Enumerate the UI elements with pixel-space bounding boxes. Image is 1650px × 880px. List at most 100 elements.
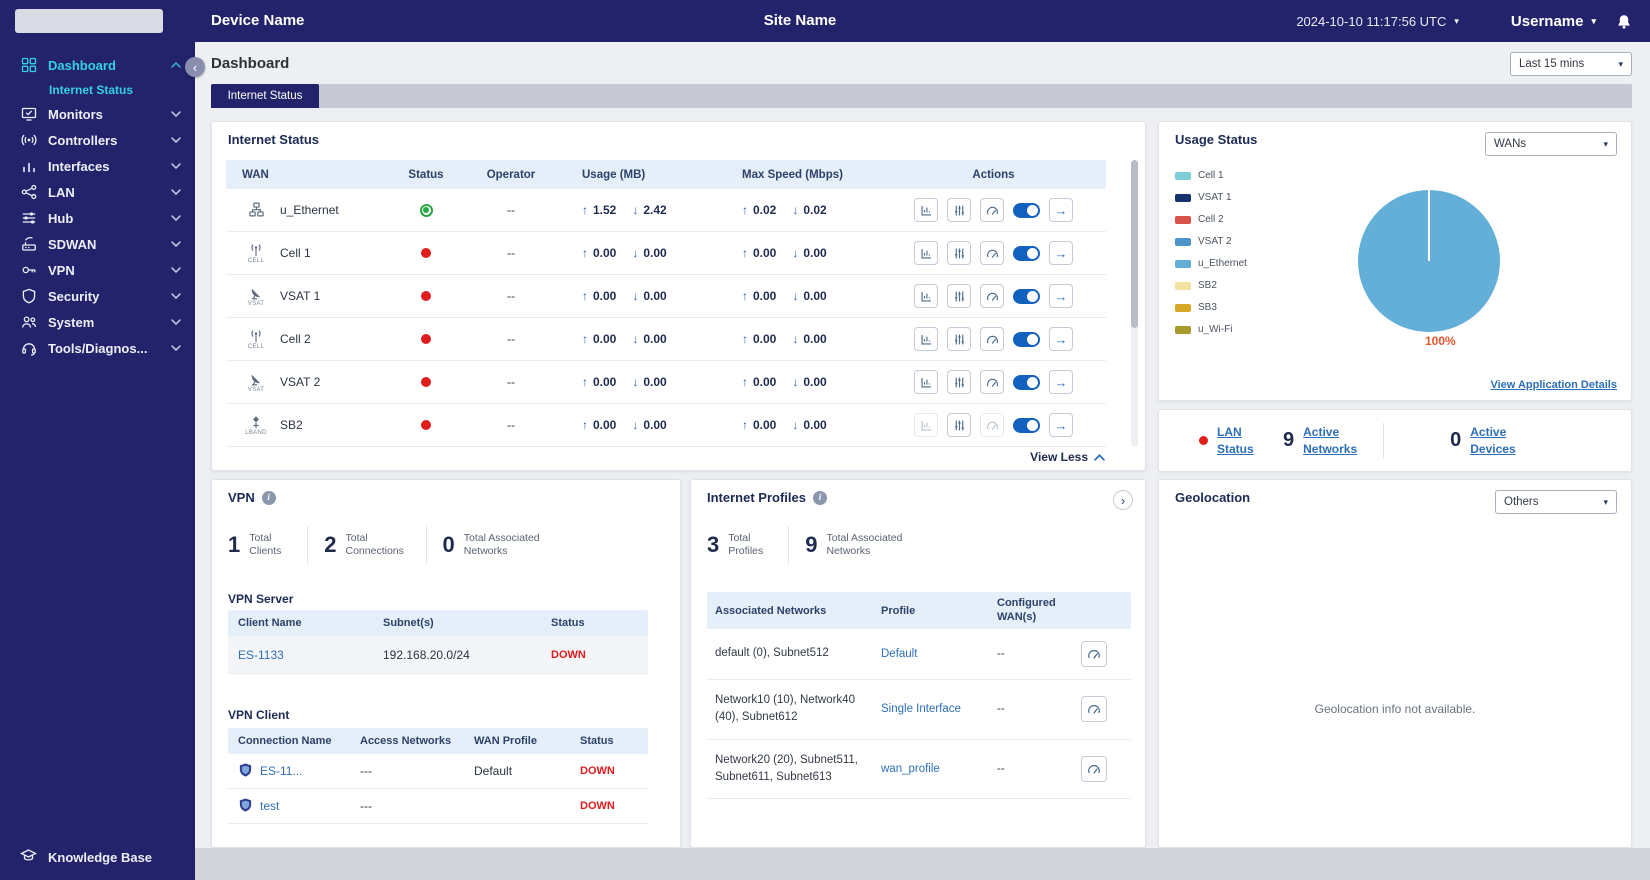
configure-button[interactable] [947,413,971,437]
chevron-down-icon: ▾ [1454,15,1459,26]
speedtest-button[interactable] [980,413,1004,437]
usage-chart-button[interactable] [914,370,938,394]
scrollbar-thumb[interactable] [1131,160,1138,328]
speedtest-button[interactable] [1081,755,1107,782]
usage-up-value: 0.00 [593,289,617,303]
configure-button[interactable] [947,198,971,222]
wan-details-button[interactable]: → [1049,370,1073,394]
sidebar-item-label: Monitors [48,106,103,122]
profile-link[interactable]: Default [881,648,997,660]
table-row: u_Ethernet -- ↑ 1.52 ↓ 2.42 ↑ 0.02 ↓ 0.02 → [226,189,1106,232]
info-icon[interactable]: i [812,490,827,505]
sidebar-item-internet-status[interactable]: Internet Status [0,78,195,101]
connection-name-link[interactable]: ES-11... [260,764,302,778]
profile-link[interactable]: wan_profile [881,763,997,775]
timezone-dropdown[interactable]: 2024-10-10 11:17:56 UTC ▾ [1296,14,1459,29]
tab-internet-status[interactable]: Internet Status [211,84,319,108]
sidebar-collapse-button[interactable]: ‹ [185,57,205,77]
access-networks-value: --- [360,764,372,778]
upload-arrow-icon: ↑ [582,332,588,346]
shield-icon [20,288,37,305]
user-menu[interactable]: Username ▾ [1511,13,1596,30]
legend-label: SB3 [1198,302,1217,313]
view-application-details-link[interactable]: View Application Details [1490,379,1617,391]
info-icon[interactable]: i [261,490,276,505]
sidebar-item-sdwan[interactable]: SDWAN [0,231,195,257]
connection-name-link[interactable]: test [260,799,279,813]
sidebar-item-dashboard[interactable]: Dashboard [0,52,195,78]
configure-button[interactable] [947,370,971,394]
profile-link[interactable]: Single Interface [881,703,997,715]
chevron-down-icon: ▾ [1591,15,1596,26]
usage-chart-button[interactable] [914,284,938,308]
vpn-client-name-link[interactable]: ES-1133 [238,648,383,662]
active-devices-link[interactable]: Active Devices [1470,424,1528,456]
wan-details-button[interactable]: → [1049,284,1073,308]
configure-button[interactable] [947,327,971,351]
geolocation-filter-select[interactable]: Others ▾ [1495,490,1617,514]
column-header-status: Status [580,735,614,747]
vpn-server-heading: VPN Server [228,592,294,606]
vpn-server-table: Client Name Subnet(s) Status ES-1133 192… [228,610,648,674]
wan-enable-toggle[interactable] [1013,331,1040,347]
sidebar-item-vpn[interactable]: VPN [0,257,195,283]
wan-details-button[interactable]: → [1049,241,1073,265]
vsat-dish-icon: VSAT [242,286,270,307]
usage-chart-button[interactable] [914,198,938,222]
usage-chart-button[interactable] [914,413,938,437]
status-dot [421,334,431,344]
sidebar-item-label: Dashboard [48,57,116,73]
chevron-down-icon [171,111,181,117]
speedtest-button[interactable] [980,284,1004,308]
column-header-profile: Profile [881,604,916,617]
wan-details-button[interactable]: → [1049,327,1073,351]
wan-enable-toggle[interactable] [1013,245,1040,261]
stat-value: 1 [228,532,241,557]
sidebar-item-monitors[interactable]: Monitors [0,101,195,127]
sidebar-item-lan[interactable]: LAN [0,179,195,205]
sidebar-item-hub[interactable]: Hub [0,205,195,231]
wan-enable-toggle[interactable] [1013,288,1040,304]
sidebar-item-controllers[interactable]: Controllers [0,127,195,153]
notifications-bell-icon[interactable] [1616,13,1632,30]
download-arrow-icon: ↓ [632,289,639,303]
speed-down-value: 0.00 [803,289,827,303]
usage-chart-button[interactable] [914,241,938,265]
speedtest-button[interactable] [980,370,1004,394]
wan-profile-value: Default [474,764,513,778]
speedtest-button[interactable] [1081,696,1107,723]
speedtest-button[interactable] [980,198,1004,222]
configure-button[interactable] [947,241,971,265]
speedtest-button[interactable] [980,327,1004,351]
usage-chart-button[interactable] [914,327,938,351]
divider [307,526,309,564]
sidebar-item-tools-diagnostics[interactable]: Tools/Diagnos... [0,335,195,361]
view-less-link[interactable]: View Less [1030,450,1105,464]
speedtest-button[interactable] [1081,641,1107,667]
wan-enable-toggle[interactable] [1013,202,1040,218]
speedtest-button[interactable] [980,241,1004,265]
column-header-operator: Operator [486,168,536,181]
configured-wans-value: -- [997,703,1005,716]
usage-filter-select[interactable]: WANs ▾ [1485,132,1617,156]
active-networks-link[interactable]: Active Networks [1303,424,1369,456]
time-range-select[interactable]: Last 15 mins ▾ [1510,52,1632,76]
sidebar-item-security[interactable]: Security [0,283,195,309]
wan-enable-toggle[interactable] [1013,417,1040,433]
knowledge-base-link[interactable]: Knowledge Base [20,848,152,866]
configure-button[interactable] [947,284,971,308]
operator-value: -- [507,289,515,303]
sidebar-item-interfaces[interactable]: Interfaces [0,153,195,179]
wan-enable-toggle[interactable] [1013,374,1040,390]
chevron-down-icon [171,163,181,169]
geolocation-panel: Geolocation Others ▾ Geolocation info no… [1158,479,1632,848]
chevron-up-icon [1094,453,1105,461]
bottom-strip [195,848,1650,880]
sidebar-item-system[interactable]: System [0,309,195,335]
lan-status-link[interactable]: LAN Status [1217,424,1265,456]
upload-arrow-icon: ↑ [582,418,588,432]
wan-details-button[interactable]: → [1049,413,1073,437]
expand-panel-button[interactable]: › [1113,490,1133,510]
chart-legend: Cell 1 VSAT 1 Cell 2 VSAT 2 u_Ethernet S… [1175,170,1247,335]
wan-details-button[interactable]: → [1049,198,1073,222]
